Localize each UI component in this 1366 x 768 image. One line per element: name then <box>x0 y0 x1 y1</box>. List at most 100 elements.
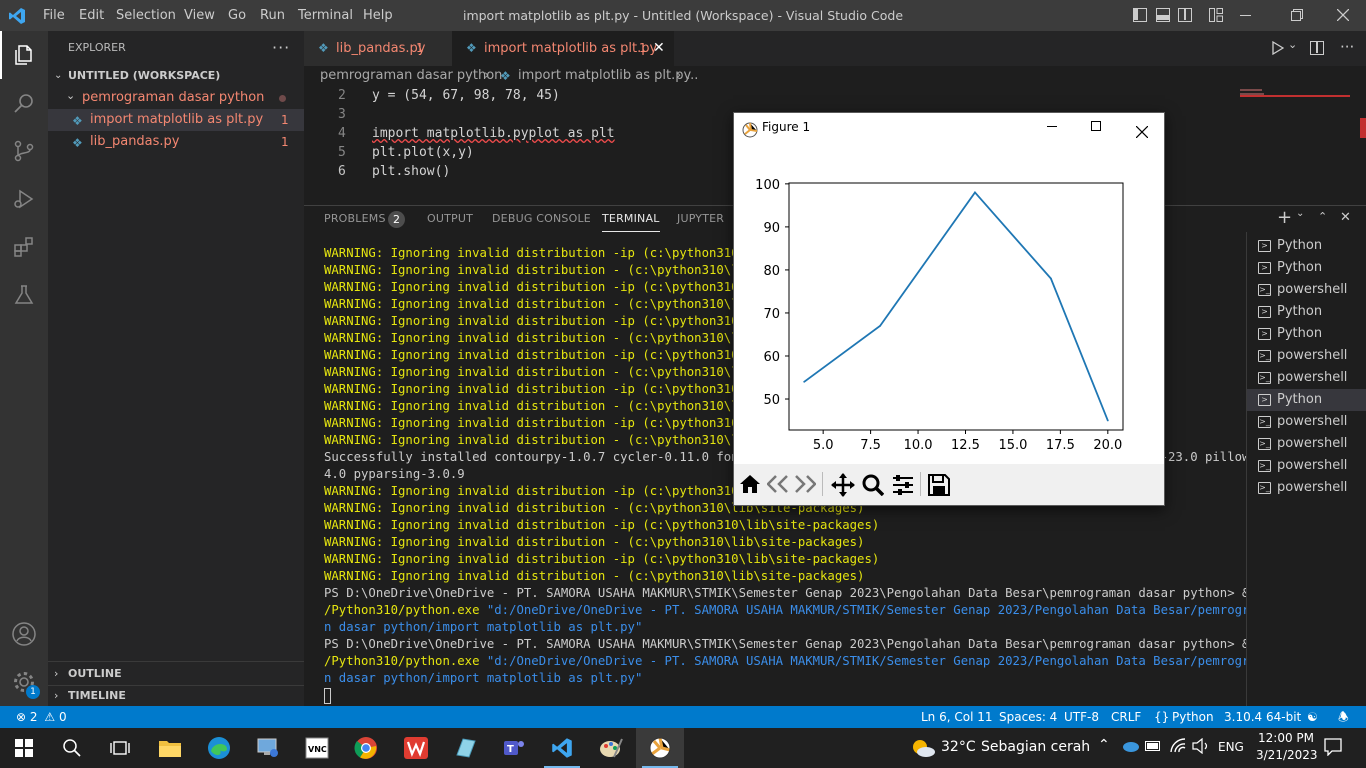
toggle-secondary-sidebar-icon[interactable] <box>1178 8 1192 22</box>
run-python-icon[interactable] <box>1272 40 1285 59</box>
breadcrumb-folder[interactable]: pemrograman dasar python <box>320 66 502 86</box>
accounts-icon[interactable] <box>0 610 48 658</box>
encoding[interactable]: UTF-8 <box>1064 706 1099 728</box>
clock-date[interactable]: 3/21/2023 <box>1256 748 1318 762</box>
maximize-panel-icon[interactable]: ⌃ <box>1318 210 1327 223</box>
timeline-section[interactable]: › TIMELINE <box>48 685 304 707</box>
terminal-instance[interactable]: > Python <box>1247 257 1366 279</box>
run-debug-icon[interactable] <box>0 175 48 223</box>
terminal-instance[interactable]: > Python <box>1247 389 1366 411</box>
home-icon[interactable] <box>739 474 761 498</box>
weather-icon[interactable] <box>910 737 936 763</box>
terminal-instance[interactable]: >_ powershell <box>1247 477 1366 499</box>
indentation[interactable]: Spaces: 4 <box>999 706 1057 728</box>
split-editor-icon[interactable] <box>1310 41 1324 55</box>
windows-start-icon[interactable] <box>0 728 48 768</box>
task-view-icon[interactable] <box>96 728 144 768</box>
weather-temperature[interactable]: 32°C <box>941 739 976 755</box>
onedrive-icon[interactable] <box>1120 738 1140 756</box>
testing-icon[interactable] <box>0 271 48 319</box>
manage-gear-icon[interactable]: 1 <box>0 658 48 706</box>
clock-time[interactable]: 12:00 PM <box>1256 731 1316 745</box>
file-item[interactable]: ❖ lib_pandas.py 1 <box>48 131 304 153</box>
feedback-icon[interactable]: ☯ <box>1307 706 1318 728</box>
python-figure-taskbar-icon[interactable] <box>636 728 684 768</box>
terminal-instance[interactable]: >_ powershell <box>1247 279 1366 301</box>
new-terminal-icon[interactable]: + <box>1277 206 1292 230</box>
configure-subplots-icon[interactable] <box>892 475 914 499</box>
menu-go[interactable]: Go <box>228 0 246 31</box>
zoom-magnifier-icon[interactable] <box>862 474 885 500</box>
tab-lib-pandas[interactable]: ❖ lib_pandas.py 1 <box>304 31 452 66</box>
notes-app-icon[interactable] <box>441 728 489 768</box>
more-actions-icon[interactable]: ··· <box>1340 38 1354 56</box>
file-explorer-icon[interactable] <box>146 728 194 768</box>
terminal-instance[interactable]: >_ powershell <box>1247 411 1366 433</box>
explorer-icon[interactable] <box>0 31 48 79</box>
tab-import-matplotlib[interactable]: ❖ import matplotlib as plt.py 1 ✕ <box>452 31 674 66</box>
close-panel-icon[interactable]: ✕ <box>1340 210 1351 225</box>
figure-window[interactable]: Figure 1 5.0 7.5 10.0 12.5 15.0 17.5 20.0 50 60 7… <box>733 112 1165 506</box>
vnc-viewer-icon[interactable]: VNC <box>293 728 341 768</box>
wps-office-icon[interactable] <box>392 728 440 768</box>
terminal-instance[interactable]: >_ powershell <box>1247 345 1366 367</box>
menu-help[interactable]: Help <box>363 0 393 31</box>
wifi-icon[interactable] <box>1169 738 1187 758</box>
terminal-instance[interactable]: >_ powershell <box>1247 455 1366 477</box>
tab-terminal[interactable]: TERMINAL <box>602 206 660 232</box>
explorer-more-icon[interactable]: ··· <box>272 38 290 57</box>
tab-output[interactable]: OUTPUT <box>427 206 473 232</box>
menu-run[interactable]: Run <box>260 0 285 31</box>
terminal-instance[interactable]: > Python <box>1247 301 1366 323</box>
restore-icon[interactable] <box>1291 9 1303 21</box>
python-interpreter[interactable]: 3.10.4 64-bit <box>1224 706 1301 728</box>
device-manager-icon[interactable] <box>244 728 292 768</box>
language-mode[interactable]: Python <box>1172 706 1214 728</box>
breadcrumb-file[interactable]: import matplotlib as plt.py <box>518 66 691 86</box>
tab-jupyter[interactable]: JUPYTER <box>677 206 724 232</box>
chevron-down-icon[interactable]: ⌄ <box>1296 208 1304 219</box>
problems-status[interactable]: ⊗ 2 ⚠ 0 <box>16 706 67 728</box>
figure-maximize-icon[interactable] <box>1091 121 1101 131</box>
toggle-panel-icon[interactable] <box>1156 8 1170 22</box>
menu-edit[interactable]: Edit <box>79 0 104 31</box>
menu-selection[interactable]: Selection <box>116 0 176 31</box>
search-icon[interactable] <box>0 79 48 127</box>
input-language[interactable]: ENG <box>1218 740 1244 754</box>
pan-move-icon[interactable] <box>831 473 855 501</box>
menu-view[interactable]: View <box>184 0 215 31</box>
paint-icon[interactable] <box>587 728 635 768</box>
figure-canvas[interactable]: 5.0 7.5 10.0 12.5 15.0 17.5 20.0 50 60 70 80 90 100 <box>734 143 1164 464</box>
folder-item[interactable]: ⌄ pemrograman dasar python <box>48 87 304 109</box>
save-figure-icon[interactable] <box>928 474 950 500</box>
terminal-instance[interactable]: > Python <box>1247 323 1366 345</box>
minimize-icon[interactable] <box>1240 15 1251 16</box>
battery-icon[interactable] <box>1145 740 1163 756</box>
taskbar-search-icon[interactable] <box>48 728 96 768</box>
figure-minimize-icon[interactable] <box>1047 126 1057 127</box>
minimap[interactable] <box>1240 88 1358 206</box>
weather-description[interactable]: Sebagian cerah <box>981 739 1090 755</box>
tab-problems[interactable]: PROBLEMS <box>324 206 386 232</box>
cursor-position[interactable]: Ln 6, Col 11 <box>921 706 993 728</box>
customize-layout-icon[interactable] <box>1209 8 1223 22</box>
terminal-instance[interactable]: >_ powershell <box>1247 367 1366 389</box>
menu-terminal[interactable]: Terminal <box>298 0 353 31</box>
file-item-active[interactable]: ❖ import matplotlib as plt.py 1 <box>48 109 304 131</box>
source-control-icon[interactable] <box>0 127 48 175</box>
toggle-sidebar-icon[interactable] <box>1133 8 1147 22</box>
menu-file[interactable]: File <box>43 0 65 31</box>
tab-close-icon[interactable]: ✕ <box>653 31 665 66</box>
extensions-icon[interactable] <box>0 223 48 271</box>
notification-center-icon[interactable] <box>1324 738 1342 760</box>
tray-chevron-up-icon[interactable]: ⌃ <box>1098 737 1110 753</box>
close-icon[interactable] <box>1336 8 1350 22</box>
end-of-line[interactable]: CRLF <box>1111 706 1141 728</box>
back-arrow-icon[interactable] <box>766 475 789 497</box>
edge-icon[interactable] <box>195 728 243 768</box>
terminal-instance[interactable]: > Python <box>1247 235 1366 257</box>
forward-arrow-icon[interactable] <box>794 475 817 497</box>
teams-icon[interactable]: T <box>490 728 538 768</box>
chrome-icon[interactable] <box>342 728 390 768</box>
terminal-instance[interactable]: >_ powershell <box>1247 433 1366 455</box>
